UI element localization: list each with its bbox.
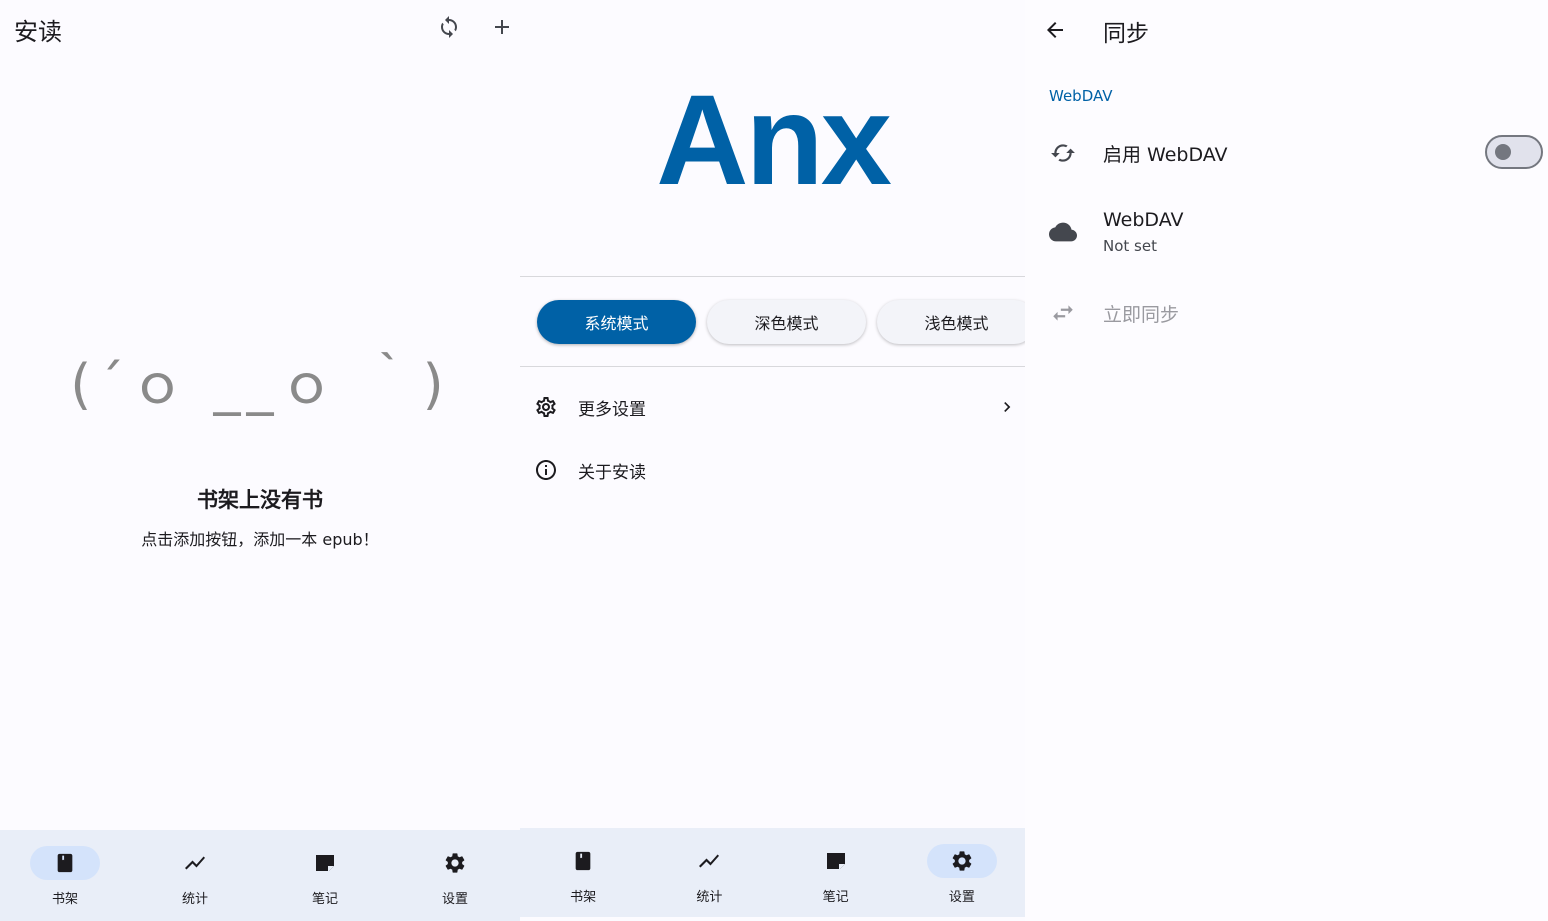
enable-webdav-switch[interactable] bbox=[1485, 135, 1543, 169]
theme-mode-selector: 系统模式 深色模式 浅色模式 bbox=[537, 300, 1025, 345]
nav-item-settings[interactable]: 设置 bbox=[390, 830, 520, 921]
nav-active-indicator bbox=[926, 844, 997, 878]
sync-icon bbox=[1049, 139, 1077, 167]
nav-active-indicator bbox=[30, 846, 100, 880]
more-settings-item[interactable]: 更多设置 bbox=[520, 381, 1025, 433]
sync-now-row[interactable]: 立即同步 bbox=[1025, 286, 1548, 340]
empty-kaomoji: (´ｏ __ｏ ｀) bbox=[70, 353, 450, 416]
sync-button[interactable] bbox=[434, 12, 464, 42]
page-title: 同步 bbox=[1103, 21, 1149, 47]
statistics-icon bbox=[699, 854, 720, 868]
nav-label: 设置 bbox=[948, 890, 975, 905]
nav-item-notes[interactable]: 笔记 bbox=[260, 830, 390, 921]
notes-icon bbox=[316, 855, 334, 872]
empty-state-subtitle: 点击添加按钮，添加一本 epub！ bbox=[141, 530, 379, 549]
sync-now-label: 立即同步 bbox=[1103, 304, 1180, 326]
about-label: 关于安读 bbox=[578, 462, 646, 483]
nav-item-statistics[interactable]: 统计 bbox=[646, 828, 772, 917]
bottom-navigation: 书架 统计 笔记 设置 bbox=[0, 830, 520, 921]
theme-mode-dark-button[interactable]: 深色模式 bbox=[707, 300, 866, 344]
add-book-button[interactable] bbox=[487, 12, 517, 42]
info-icon bbox=[534, 458, 558, 482]
switch-knob bbox=[1495, 144, 1511, 160]
gear-icon bbox=[534, 395, 558, 419]
theme-mode-system-button[interactable]: 系统模式 bbox=[537, 300, 696, 344]
empty-state-title: 书架上没有书 bbox=[197, 488, 323, 512]
theme-mode-light-button[interactable]: 浅色模式 bbox=[877, 300, 1025, 344]
settings-icon bbox=[952, 851, 972, 871]
bookshelf-icon bbox=[57, 853, 73, 873]
settings-icon bbox=[445, 853, 465, 873]
arrow-back-icon bbox=[1047, 22, 1063, 38]
nav-label: 设置 bbox=[441, 892, 468, 907]
app-title: 安读 bbox=[14, 18, 62, 46]
bookshelf-screen: 安读 (´ｏ __ｏ ｀) 书架上没有书 点击添加按钮，添加一本 epub！ 书… bbox=[0, 0, 520, 921]
nav-item-bookshelf[interactable]: 书架 bbox=[520, 828, 646, 917]
enable-webdav-row[interactable]: 启用 WebDAV bbox=[1025, 126, 1548, 180]
notes-icon bbox=[826, 853, 845, 870]
nav-label: 书架 bbox=[570, 890, 597, 905]
settings-screen: Anx 系统模式 深色模式 浅色模式 更多设置 关于安读 书架 统计 笔记 设置 bbox=[520, 0, 1025, 921]
more-settings-label: 更多设置 bbox=[578, 399, 646, 420]
section-header-webdav: WebDAV bbox=[1049, 87, 1113, 105]
statistics-icon bbox=[185, 856, 205, 870]
divider bbox=[520, 276, 1025, 277]
webdav-title: WebDAV bbox=[1103, 209, 1184, 231]
bookshelf-icon bbox=[575, 851, 591, 871]
back-button[interactable] bbox=[1041, 16, 1069, 44]
swap-arrows-icon bbox=[1049, 299, 1077, 327]
webdav-subtitle: Not set bbox=[1103, 237, 1157, 255]
nav-item-notes[interactable]: 笔记 bbox=[773, 828, 899, 917]
sync-icon bbox=[441, 16, 457, 38]
about-item[interactable]: 关于安读 bbox=[520, 444, 1025, 496]
nav-label: 统计 bbox=[696, 890, 723, 905]
webdav-config-row[interactable]: WebDAV Not set bbox=[1025, 200, 1548, 266]
nav-item-statistics[interactable]: 统计 bbox=[130, 830, 260, 921]
nav-label: 笔记 bbox=[311, 892, 338, 907]
cloud-icon bbox=[1049, 218, 1077, 246]
add-icon bbox=[495, 20, 509, 34]
chevron-right-icon bbox=[997, 397, 1017, 417]
app-logo: Anx bbox=[656, 69, 892, 212]
divider bbox=[520, 366, 1025, 367]
nav-label: 笔记 bbox=[822, 890, 849, 905]
nav-label: 统计 bbox=[181, 892, 208, 907]
bottom-navigation: 书架 统计 笔记 设置 bbox=[520, 828, 1025, 917]
sync-screen: 同步 WebDAV 启用 WebDAV WebDAV Not set 立即同步 bbox=[1025, 0, 1548, 921]
nav-item-bookshelf[interactable]: 书架 bbox=[0, 830, 130, 921]
nav-item-settings[interactable]: 设置 bbox=[899, 828, 1025, 917]
enable-webdav-label: 启用 WebDAV bbox=[1103, 144, 1228, 166]
nav-label: 书架 bbox=[51, 892, 78, 907]
